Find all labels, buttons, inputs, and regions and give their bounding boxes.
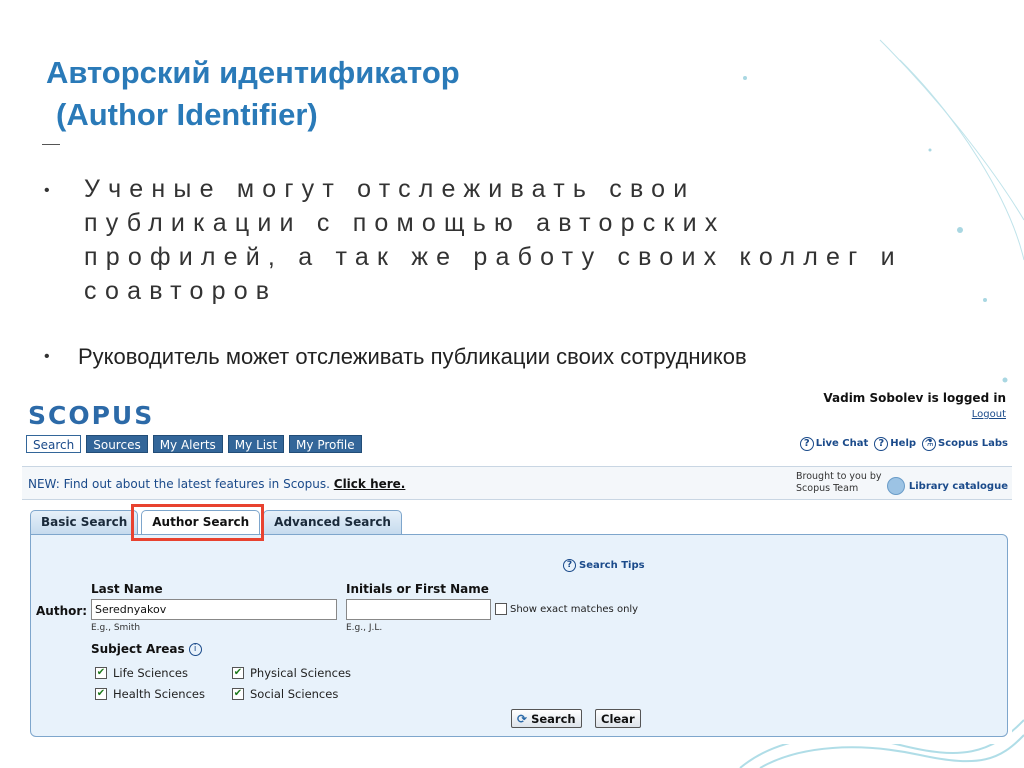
help-links: ? Live Chat ? Help ⚗ Scopus Labs	[799, 437, 1008, 451]
slide-title: Авторский идентификатор (Author Identifi…	[46, 52, 460, 136]
library-catalogue-link[interactable]: Library catalogue	[886, 477, 1008, 495]
checkbox-checked[interactable]: ✔	[95, 688, 107, 700]
subject-area-physical-sciences[interactable]: ✔ Physical Sciences	[232, 666, 351, 680]
question-icon: ?	[563, 559, 576, 572]
bullet-item-1: • Ученые могут отслеживать свои публикац…	[44, 172, 924, 308]
last-name-example: E.g., Smith	[91, 623, 141, 633]
subject-areas-heading: Subject Areas i	[91, 642, 202, 656]
help-label: Help	[890, 438, 917, 449]
author-search-highlight	[131, 504, 264, 541]
library-label: Library catalogue	[908, 480, 1008, 492]
labs-icon: ⚗	[922, 437, 937, 451]
subject-area-label: Health Sciences	[113, 687, 205, 701]
scopus-labs-link[interactable]: ⚗ Scopus Labs	[922, 437, 1008, 451]
nav-my-profile[interactable]: My Profile	[289, 435, 362, 453]
search-tips-label: Search Tips	[579, 560, 645, 571]
search-button-label: Search	[531, 711, 576, 726]
nav-my-alerts[interactable]: My Alerts	[152, 435, 223, 453]
author-label: Author:	[36, 604, 88, 618]
brought-line-1: Brought to you by	[796, 471, 882, 482]
refresh-icon: ⟳	[517, 711, 528, 726]
live-chat-link[interactable]: ? Live Chat	[799, 437, 869, 451]
subject-area-label: Life Sciences	[113, 666, 188, 680]
exact-matches-checkbox[interactable]	[495, 603, 507, 615]
scopus-logo[interactable]: SCOPUS	[28, 401, 154, 430]
clear-button[interactable]: Clear	[595, 709, 641, 728]
news-text: NEW: Find out about the latest features …	[28, 477, 405, 491]
library-icon	[886, 477, 905, 495]
brought-line-2: Scopus Team	[796, 483, 859, 494]
nav-search[interactable]: Search	[26, 435, 82, 453]
last-name-label: Last Name	[91, 582, 163, 596]
help-link[interactable]: ? Help	[874, 437, 916, 451]
author-search-form: ? Search Tips Last Name Initials or Firs…	[30, 534, 1008, 737]
nav-sources[interactable]: Sources	[86, 435, 148, 453]
initials-input[interactable]	[346, 599, 491, 620]
labs-label: Scopus Labs	[938, 438, 1008, 449]
logout-link[interactable]: Logout	[972, 409, 1006, 420]
chat-icon: ?	[799, 437, 814, 451]
initials-example: E.g., J.L.	[346, 623, 383, 633]
tab-basic-search[interactable]: Basic Search	[30, 510, 139, 534]
exact-matches-label: Show exact matches only	[510, 603, 639, 615]
brought-by: Brought to you by Scopus Team	[796, 471, 882, 495]
bullet-text-1: Ученые могут отслеживать свои публикации…	[84, 175, 903, 305]
clear-button-label: Clear	[601, 711, 635, 726]
nav-my-list[interactable]: My List	[227, 435, 285, 453]
news-click-here-link[interactable]: Click here.	[334, 477, 406, 491]
scopus-screenshot: SCOPUS Vadim Sobolev is logged in Logout…	[22, 389, 1012, 744]
main-nav: Search Sources My Alerts My List My Prof…	[26, 435, 362, 453]
user-box: Vadim Sobolev is logged in Logout	[823, 391, 1006, 420]
last-name-input[interactable]	[91, 599, 337, 620]
subject-areas-label: Subject Areas	[91, 642, 185, 656]
info-icon[interactable]: i	[188, 642, 202, 656]
initials-label: Initials or First Name	[346, 582, 489, 596]
tab-advanced-search[interactable]: Advanced Search	[263, 510, 402, 534]
search-tips-link[interactable]: ? Search Tips	[563, 559, 645, 572]
bullet-item-2: • Руководитель может отслеживать публика…	[44, 340, 747, 374]
news-bar: NEW: Find out about the latest features …	[22, 466, 1012, 500]
subject-area-social-sciences[interactable]: ✔ Social Sciences	[232, 687, 338, 701]
checkbox-checked[interactable]: ✔	[232, 688, 244, 700]
exact-matches-option[interactable]: Show exact matches only	[495, 603, 638, 615]
checkbox-checked[interactable]: ✔	[232, 667, 244, 679]
title-line-1: Авторский идентификатор	[46, 55, 460, 90]
help-icon: ?	[874, 437, 889, 451]
subject-area-label: Physical Sciences	[250, 666, 352, 680]
search-button[interactable]: ⟳ Search	[511, 709, 582, 728]
subject-area-label: Social Sciences	[250, 687, 339, 701]
logged-in-user: Vadim Sobolev is logged in	[823, 391, 1006, 405]
bullet-text-2: Руководитель может отслеживать публикаци…	[78, 344, 747, 369]
divider	[42, 144, 60, 145]
title-line-2: (Author Identifier)	[56, 97, 318, 132]
checkbox-checked[interactable]: ✔	[95, 667, 107, 679]
news-message: NEW: Find out about the latest features …	[28, 477, 330, 491]
bullet-dot: •	[44, 182, 50, 199]
subject-area-life-sciences[interactable]: ✔ Life Sciences	[95, 666, 188, 680]
subject-area-health-sciences[interactable]: ✔ Health Sciences	[95, 687, 205, 701]
live-chat-label: Live Chat	[815, 438, 869, 449]
bullet-dot: •	[44, 348, 50, 365]
